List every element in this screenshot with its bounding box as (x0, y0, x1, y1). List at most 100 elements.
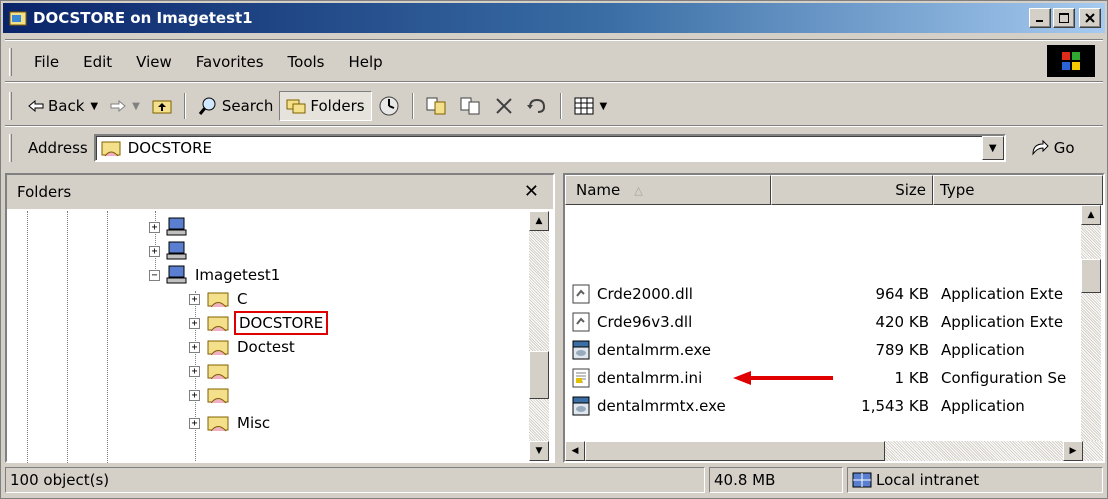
toolbar-grip[interactable] (9, 92, 12, 120)
scroll-thumb[interactable] (1081, 259, 1101, 293)
views-icon (574, 97, 594, 115)
file-row[interactable]: Crde96v3.dll 420 KB Application Exte (565, 309, 1085, 335)
history-button[interactable] (372, 91, 406, 121)
status-zone-text: Local intranet (876, 471, 980, 489)
move-to-button[interactable] (420, 91, 454, 121)
computer-icon (166, 217, 187, 236)
menu-edit[interactable]: Edit (71, 53, 124, 71)
files-vertical-scrollbar[interactable]: ▲ (1081, 205, 1101, 441)
history-icon (379, 96, 399, 116)
sort-ascending-icon: △ (634, 183, 643, 197)
forward-arrow-icon (110, 100, 126, 112)
expand-icon[interactable]: + (189, 293, 200, 305)
tree-node-label-selected: DOCSTORE (234, 311, 329, 335)
horizontal-scroll-thumb[interactable] (585, 441, 885, 461)
file-size: 1 KB (894, 369, 929, 387)
folders-label: Folders (310, 97, 365, 115)
scroll-thumb[interactable] (529, 351, 549, 399)
shared-folder-icon (101, 141, 121, 157)
tree-node-share-2[interactable]: + (189, 383, 230, 407)
folder-app-icon (9, 11, 27, 26)
column-header-name[interactable]: Name △ (565, 175, 771, 205)
up-button[interactable] (146, 91, 178, 121)
annotation-arrow-icon (733, 371, 833, 385)
menu-view[interactable]: View (124, 53, 184, 71)
undo-icon (526, 98, 545, 113)
expand-icon[interactable]: + (189, 365, 200, 377)
scroll-right-button[interactable]: ▶ (1063, 441, 1083, 461)
file-name: dentalmrmtx.exe (597, 397, 726, 415)
file-name: dentalmrm.exe (597, 341, 712, 359)
file-type: Application (941, 341, 1025, 359)
tree-node-docstore[interactable]: + DOCSTORE (189, 311, 329, 335)
tree-node-share-1[interactable]: + (189, 359, 230, 383)
menu-file[interactable]: File (22, 53, 71, 71)
scroll-up-button[interactable]: ▲ (529, 211, 549, 231)
tree-node-computer-2[interactable]: + (149, 239, 188, 263)
delete-icon (495, 98, 512, 114)
tree-node-imagetest1[interactable]: − Imagetest1 (149, 263, 283, 287)
tree-node-misc[interactable]: + Misc (189, 411, 273, 435)
back-label: Back (48, 97, 85, 115)
folders-button[interactable]: Folders (279, 91, 372, 121)
toolbar-top-separator (5, 81, 1103, 83)
menu-tools[interactable]: Tools (276, 53, 337, 71)
address-dropdown-button[interactable]: ▼ (981, 136, 1004, 160)
minimize-icon (1036, 20, 1043, 22)
views-dropdown-icon[interactable]: ▼ (600, 101, 608, 112)
expand-icon[interactable]: + (189, 341, 200, 353)
copy-to-button[interactable] (454, 91, 488, 121)
explorer-window: DOCSTORE on Imagetest1 File Edit View Fa… (0, 0, 1108, 499)
delete-button[interactable] (488, 91, 520, 121)
search-button[interactable]: Search (192, 91, 280, 121)
folder-tree: + + − Imagetest1 + C + DOCSTORE + Doctes… (7, 211, 527, 463)
column-header-type[interactable]: Type (933, 175, 1103, 205)
expand-icon[interactable]: + (189, 417, 200, 429)
shared-folder-icon (207, 340, 229, 356)
expand-icon[interactable]: + (149, 221, 160, 233)
scroll-down-button[interactable]: ▼ (529, 441, 549, 461)
menu-favorites[interactable]: Favorites (184, 53, 276, 71)
go-arrow-icon (1032, 139, 1049, 156)
folders-close-button[interactable]: ✕ (524, 181, 539, 202)
expand-icon[interactable]: + (149, 245, 160, 257)
scroll-left-button[interactable]: ◀ (565, 441, 585, 461)
dll-icon (572, 312, 590, 332)
expand-icon[interactable]: + (189, 389, 200, 401)
folders-vertical-scrollbar[interactable]: ▲ ▼ (529, 211, 549, 461)
address-bar: Address DOCSTORE ▼ Go (9, 131, 1103, 165)
shared-folder-icon (207, 364, 229, 380)
scroll-up-button[interactable]: ▲ (1081, 205, 1101, 225)
search-label: Search (221, 97, 274, 115)
go-label: Go (1053, 139, 1075, 157)
column-type-label: Type (940, 181, 975, 199)
exe-icon (572, 396, 590, 416)
forward-dropdown-icon[interactable]: ▼ (132, 101, 140, 112)
tree-node-label: C (237, 290, 248, 308)
close-button[interactable] (1079, 8, 1101, 28)
tree-node-c[interactable]: + C (189, 287, 250, 311)
column-header-size[interactable]: Size (771, 175, 933, 205)
maximize-button[interactable] (1053, 8, 1075, 28)
title-bar[interactable]: DOCSTORE on Imagetest1 (3, 3, 1105, 33)
tree-node-doctest[interactable]: + Doctest (189, 335, 298, 359)
address-grip[interactable] (9, 134, 12, 162)
back-button[interactable]: Back ▼ (22, 91, 104, 121)
tree-node-computer-1[interactable]: + (149, 215, 188, 239)
file-row[interactable]: dentalmrm.exe 789 KB Application (565, 337, 1085, 363)
file-row[interactable]: dentalmrmtx.exe 1,543 KB Application (565, 393, 1085, 419)
file-row[interactable]: Crde2000.dll 964 KB Application Exte (565, 281, 1085, 307)
back-dropdown-icon[interactable]: ▼ (90, 101, 98, 112)
go-button[interactable]: Go (1030, 139, 1075, 157)
forward-button[interactable]: ▼ (104, 91, 146, 121)
menu-grip[interactable] (9, 48, 12, 76)
views-button[interactable]: ▼ (568, 91, 614, 121)
status-bar: 100 object(s) 40.8 MB Local intranet (5, 467, 1105, 495)
files-horizontal-scrollbar[interactable]: ◀ ▶ (565, 441, 1103, 461)
undo-button[interactable] (520, 91, 554, 121)
collapse-icon[interactable]: − (149, 269, 160, 281)
minimize-button[interactable] (1029, 8, 1051, 28)
menu-help[interactable]: Help (337, 53, 395, 71)
address-input[interactable]: DOCSTORE (93, 134, 1006, 162)
expand-icon[interactable]: + (189, 317, 200, 329)
